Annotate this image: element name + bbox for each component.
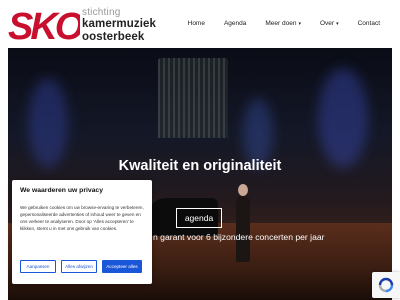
sko-logo-mark: SKO [8, 6, 80, 42]
nav-agenda[interactable]: Agenda [224, 20, 246, 27]
agenda-button[interactable]: agenda [176, 208, 222, 228]
nav-over-label: Over [319, 20, 335, 27]
organ-pipes-image [158, 58, 228, 138]
reject-all-button[interactable]: Alles afwijzen [61, 260, 97, 273]
nav-contact-label: Contact [357, 20, 380, 27]
main-nav: Home Agenda Meer doen ▾ Over ▾ Contact [169, 20, 380, 27]
chevron-down-icon: ▾ [298, 20, 301, 27]
hero-title: Kwaliteit en originaliteit [118, 158, 282, 174]
cookie-consent-dialog: We waarderen uw privacy We gebruiken coo… [12, 180, 152, 284]
svg-text:SKO: SKO [8, 6, 80, 42]
cookie-buttons: Aanpassen Alles afwijzen Accepteer alles [20, 260, 142, 273]
site-header: SKO stichting kamermuziek oosterbeek Hom… [0, 0, 400, 48]
recaptcha-icon [378, 277, 394, 293]
nav-home-label: Home [187, 20, 205, 27]
customize-button[interactable]: Aanpassen [20, 260, 56, 273]
recaptcha-badge[interactable] [372, 272, 400, 298]
logo-stichting: stichting [82, 7, 121, 18]
nav-home[interactable]: Home [188, 20, 205, 27]
nav-meer-doen[interactable]: Meer doen ▾ [265, 20, 301, 27]
site-logo[interactable]: SKO stichting kamermuziek oosterbeek [8, 6, 168, 42]
logo-oosterbeek: oosterbeek [82, 30, 145, 43]
nav-meer-doen-label: Meer doen [265, 20, 297, 27]
nav-contact[interactable]: Contact [358, 20, 380, 27]
chevron-down-icon: ▾ [336, 20, 339, 27]
performer-image [236, 196, 250, 262]
accept-all-button[interactable]: Accepteer alles [102, 260, 142, 273]
performer-head-image [238, 184, 248, 196]
nav-agenda-label: Agenda [223, 20, 247, 27]
logo-kamermuziek: kamermuziek [82, 18, 156, 30]
hero-subtitle: n garant voor 6 bijzondere concerten per… [153, 232, 325, 242]
nav-over[interactable]: Over ▾ [320, 20, 339, 27]
logo-text: stichting kamermuziek oosterbeek [82, 8, 156, 43]
stage-light [28, 78, 68, 168]
cookie-description: We gebruiken cookies om uw browse-ervari… [20, 205, 144, 231]
cookie-title: We waarderen uw privacy [20, 187, 103, 194]
stage-light [318, 68, 368, 168]
